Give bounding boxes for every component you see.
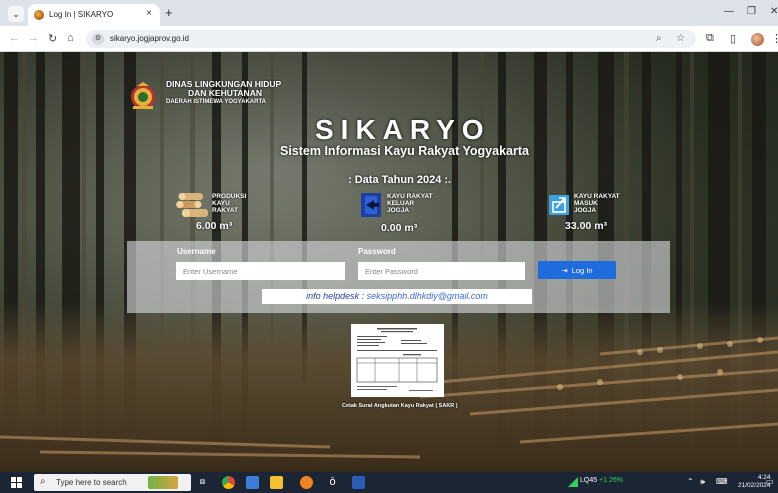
task-view-icon[interactable]: ⧈ <box>196 476 209 489</box>
app-title: SIKARYO <box>315 114 491 145</box>
app-circle-icon[interactable]: ō <box>326 476 339 489</box>
username-label: Username <box>177 247 216 256</box>
login-arrow-icon: ⇥ <box>561 265 568 275</box>
tray-chevron-icon[interactable]: ⌃ <box>687 477 694 486</box>
password-input[interactable] <box>358 262 525 280</box>
helpdesk-info: info helpdesk : seksipphh.dlhkdiy@gmail.… <box>262 289 532 304</box>
app-subtitle: Sistem Informasi Kayu Rakyat Yogyakarta <box>280 144 529 158</box>
stat-production-label: PRODUKSI KAYU RAKYAT <box>212 193 247 214</box>
log-pile-icon <box>176 193 208 217</box>
restore-icon[interactable]: ❐ <box>747 6 756 17</box>
search-placeholder: Type here to search <box>56 478 127 487</box>
store-icon[interactable] <box>246 476 259 489</box>
stat-production-value: 6.00 m³ <box>196 220 233 232</box>
browser-tab-bar: ⌄ Log In | SIKARYO × + — ❐ ✕ <box>0 0 778 26</box>
helpdesk-prefix: info helpdesk : <box>306 291 365 301</box>
data-year-title: : Data Tahun 2024 :. <box>348 174 452 186</box>
stat-out-label: KAYU RAKYAT KELUAR JOGJA <box>387 193 433 214</box>
stock-up-icon <box>568 477 578 487</box>
chrome-icon[interactable] <box>222 476 235 489</box>
search-icon: ⌕ <box>40 476 46 487</box>
login-button-label: Log In <box>571 265 593 275</box>
agency-line3: DAERAH ISTIMEWA YOGYAKARTA <box>166 99 267 105</box>
windows-taskbar: ⌕ Type here to search ⧈ ō LQ45 +1.26% ⌃ … <box>0 472 778 493</box>
keyboard-icon[interactable]: ⌨ <box>716 477 728 486</box>
site-favicon-icon <box>34 10 44 20</box>
forward-icon[interactable]: → <box>28 32 39 44</box>
stock-change: +1.26% <box>599 477 624 484</box>
login-button[interactable]: ⇥ Log In <box>538 261 616 279</box>
agency-name: DINAS LINGKUNGAN HIDUP DAN KEHUTANAN DAE… <box>166 80 281 107</box>
tab-search-icon[interactable]: ⌄ <box>8 6 24 22</box>
username-input[interactable] <box>176 262 345 280</box>
extensions-icon[interactable]: ⧉ <box>706 32 714 45</box>
profile-avatar[interactable] <box>751 33 764 46</box>
browser-tab[interactable]: Log In | SIKARYO × <box>28 4 160 26</box>
minimize-icon[interactable]: — <box>724 6 734 17</box>
file-explorer-icon[interactable] <box>270 476 283 489</box>
exit-door-icon <box>361 193 381 217</box>
login-page: DINAS LINGKUNGAN HIDUP DAN KEHUTANAN DAE… <box>0 52 778 472</box>
home-icon[interactable]: ⌂ <box>67 32 74 44</box>
dlhk-crest-logo <box>131 82 155 109</box>
browser-toolbar: ← → ↻ ⌂ ⚙ sikaryo.jogjaprov.go.id ⌕ ☆ ⧉ … <box>0 26 778 52</box>
screen: ⌄ Log In | SIKARYO × + — ❐ ✕ ← → ↻ ⌂ ⚙ s… <box>0 0 778 493</box>
news-widget-icon[interactable] <box>148 476 178 489</box>
sakr-caption[interactable]: Cetak Surat Angkutan Kayu Rakyat ( SAKR … <box>342 403 458 409</box>
password-label: Password <box>358 247 396 256</box>
stat-out-value: 0.00 m³ <box>381 222 418 234</box>
back-icon[interactable]: ← <box>9 32 20 44</box>
helpdesk-email[interactable]: seksipphh.dlhkdiy@gmail.com <box>367 291 488 301</box>
close-window-icon[interactable]: ✕ <box>770 6 778 17</box>
word-icon[interactable] <box>352 476 365 489</box>
stock-ticker[interactable]: LQ45 +1.26% <box>580 477 623 484</box>
stock-name: LQ45 <box>580 477 598 484</box>
zoom-icon[interactable]: ⌕ <box>656 33 662 44</box>
stat-in-value: 33.00 m³ <box>565 220 608 232</box>
enter-box-icon <box>549 195 569 215</box>
tab-close-icon[interactable]: × <box>146 8 152 19</box>
site-info-icon[interactable]: ⚙ <box>92 33 104 45</box>
address-bar[interactable]: ⚙ sikaryo.jogjaprov.go.id ⌕ ☆ <box>86 30 696 48</box>
windows-start-icon[interactable] <box>11 477 22 488</box>
url-text: sikaryo.jogjaprov.go.id <box>110 34 190 43</box>
stat-in-label: KAYU RAKYAT MASUK JOGJA <box>574 193 620 214</box>
volume-icon[interactable]: 🕪 <box>700 477 705 487</box>
agency-line2: DAN KEHUTANAN <box>188 88 262 98</box>
notification-icon[interactable]: ▭ <box>766 477 774 486</box>
app-orange-icon[interactable] <box>300 476 313 489</box>
menu-icon[interactable]: ⋮ <box>771 32 778 45</box>
sidebar-icon[interactable]: ▯ <box>730 32 736 45</box>
sakr-document-thumbnail[interactable] <box>351 324 444 397</box>
reload-icon[interactable]: ↻ <box>48 32 57 45</box>
bookmark-star-icon[interactable]: ☆ <box>676 33 685 44</box>
new-tab-icon[interactable]: + <box>165 5 173 20</box>
tab-title: Log In | SIKARYO <box>49 10 114 19</box>
